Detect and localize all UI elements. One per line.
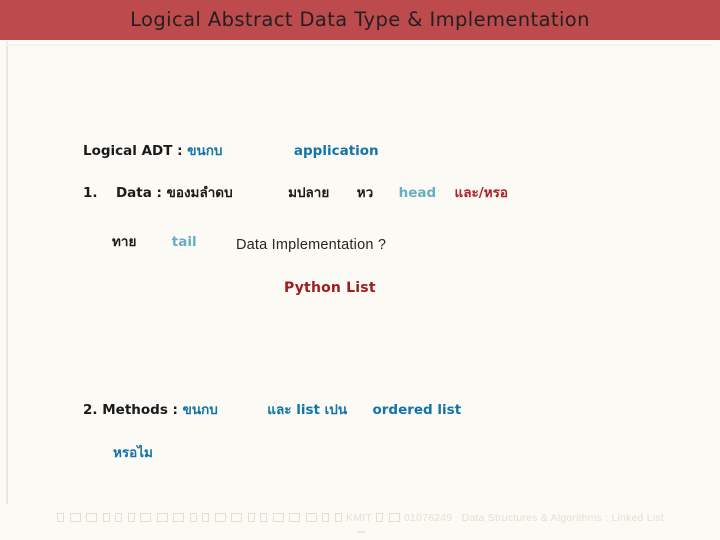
- methods-item-english-term: ordered list: [372, 402, 462, 418]
- missing-glyph-box: [140, 513, 152, 522]
- methods-item-label: Methods :: [102, 402, 178, 418]
- data-item-thai-phrase-3: หว: [356, 185, 374, 201]
- tail-row: ทาย tail: [112, 230, 197, 252]
- logical-adt-thai-term: ขนกบ: [187, 143, 223, 159]
- missing-glyph-box: [272, 513, 284, 522]
- slide-title: Logical Abstract Data Type & Implementat…: [130, 8, 590, 31]
- missing-glyph-box: [388, 513, 400, 522]
- data-item-thai-phrase-2: มปลาย: [288, 185, 330, 201]
- data-item-thai-phrase-1: ของมลำดบ: [166, 185, 233, 201]
- methods-trailing-row: หรอไม: [113, 441, 153, 463]
- data-item-thai-tail: ทาย: [112, 234, 137, 250]
- methods-item-thai-phrase-3: หรอไม: [113, 445, 153, 461]
- logical-adt-label: Logical ADT :: [83, 143, 183, 159]
- data-item-number: 1.: [83, 185, 98, 201]
- missing-glyph-box: [156, 513, 168, 522]
- slide-title-bar: Logical Abstract Data Type & Implementat…: [0, 0, 720, 40]
- missing-glyph-box: [334, 513, 342, 522]
- missing-glyph-box: [202, 513, 210, 522]
- missing-glyph-box: [231, 513, 243, 522]
- missing-glyph-box: [305, 513, 317, 522]
- data-item-thai-conjunction: และ/หรอ: [454, 185, 508, 201]
- missing-glyph-box: [289, 513, 301, 522]
- missing-glyph-box: [376, 513, 384, 522]
- methods-item-thai-phrase-1: ขนกบ: [182, 402, 218, 418]
- head-term: head: [398, 185, 437, 201]
- missing-glyph-box: [115, 513, 123, 522]
- missing-glyph-box: [214, 513, 226, 522]
- footer-course-code: 01076249: [403, 512, 453, 524]
- data-item-label: Data :: [115, 185, 162, 201]
- missing-glyph-box: [86, 513, 98, 522]
- slide-footer: KMIT 01076249 Data Structures & Algorith…: [0, 512, 720, 530]
- missing-glyph-box: [102, 513, 110, 522]
- methods-row: 2. Methods : ขนกบ และ list เปน ordered l…: [83, 398, 461, 420]
- methods-item-thai-phrase-2: และ list เปน: [267, 402, 348, 418]
- footer-institution: KMIT: [346, 512, 372, 524]
- tail-term: tail: [171, 234, 197, 250]
- missing-glyph-box: [57, 513, 65, 522]
- page-frame-top-line: [6, 44, 714, 46]
- logical-adt-english-term: application: [293, 143, 379, 159]
- page-frame-border: [6, 42, 714, 504]
- methods-item-number: 2.: [83, 402, 98, 418]
- footer-course-title: Data Structures & Algorithms : Linked Li…: [461, 512, 664, 524]
- data-row: 1. Data : ของมลำดบ มปลาย หว head และ/หรอ: [83, 181, 508, 203]
- python-list-label: Python List: [284, 280, 376, 296]
- missing-glyph-box: [69, 513, 81, 522]
- logical-adt-row: Logical ADT : ขนกบ application: [83, 139, 379, 161]
- footer-underline-mark: [357, 531, 365, 533]
- missing-glyph-box: [247, 513, 255, 522]
- missing-glyph-box: [260, 513, 268, 522]
- missing-glyph-box: [189, 513, 197, 522]
- slide: Logical Abstract Data Type & Implementat…: [0, 0, 720, 540]
- missing-glyph-box: [322, 513, 330, 522]
- missing-glyph-box: [173, 513, 185, 522]
- missing-glyph-box: [127, 513, 135, 522]
- data-implementation-question: Data Implementation ?: [236, 237, 387, 253]
